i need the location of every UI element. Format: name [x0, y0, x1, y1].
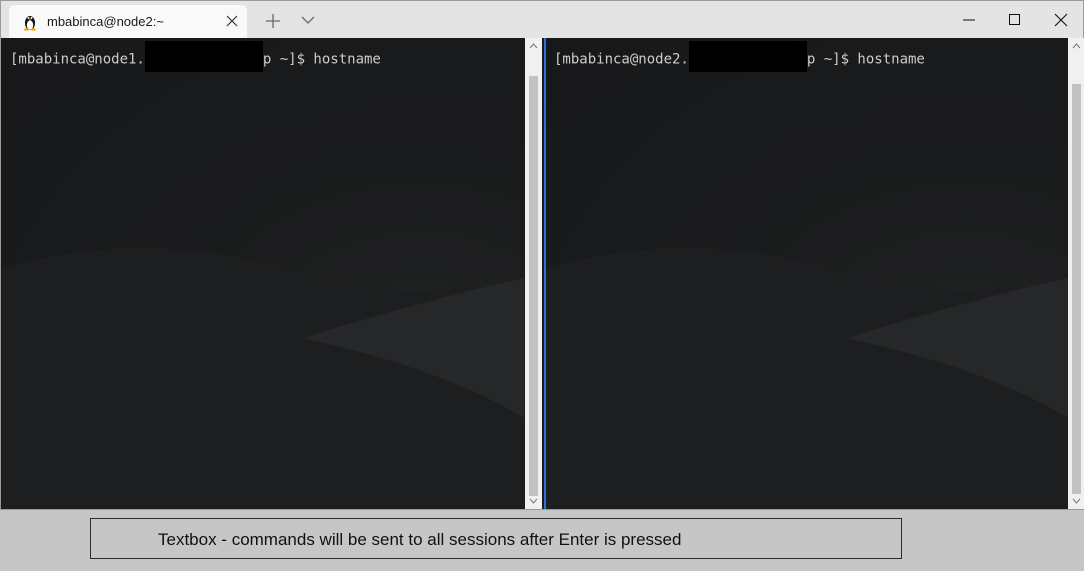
terminal-pane-node2[interactable]: [mbabinca@node2. p ~]$ hostname: [544, 38, 1068, 509]
dune-background: [2, 248, 524, 509]
linux-penguin-icon: [24, 16, 36, 31]
terminal-pane-node1[interactable]: [mbabinca@node1. p ~]$ hostname: [2, 38, 524, 509]
terminal-prompt-line: [mbabinca@node2. p ~]$ hostname: [554, 41, 925, 72]
scroll-down-icon[interactable]: [529, 497, 538, 505]
title-bar: mbabinca@node2:~: [1, 1, 1083, 38]
close-icon[interactable]: [1054, 13, 1068, 27]
redacted-block: [144, 41, 263, 72]
terminal-window: mbabinca@node2:~ [mbabinca@node1. p ~]$ h…: [0, 0, 1084, 510]
close-icon[interactable]: [226, 15, 238, 27]
tab-title: mbabinca@node2:~: [47, 14, 164, 29]
scroll-up-icon[interactable]: [529, 42, 538, 50]
broadcast-input-placeholder: Textbox - commands will be sent to all s…: [158, 530, 682, 549]
dune-background: [546, 248, 1068, 509]
scroll-up-icon[interactable]: [1072, 42, 1081, 50]
terminal-prompt-line: [mbabinca@node1. p ~]$ hostname: [10, 41, 381, 72]
chevron-down-icon[interactable]: [301, 15, 315, 25]
maximize-icon[interactable]: [1008, 13, 1022, 27]
plus-icon[interactable]: [265, 13, 281, 29]
broadcast-input[interactable]: Textbox - commands will be sent to all s…: [90, 518, 902, 559]
tab-node2[interactable]: mbabinca@node2:~: [9, 5, 247, 38]
minimize-icon[interactable]: [962, 13, 976, 27]
scroll-thumb[interactable]: [1072, 84, 1081, 494]
scroll-down-icon[interactable]: [1072, 497, 1081, 505]
scrollbar-right[interactable]: [1068, 38, 1084, 509]
scroll-thumb[interactable]: [529, 76, 538, 496]
scrollbar-left[interactable]: [525, 38, 542, 509]
redacted-block: [688, 41, 807, 72]
